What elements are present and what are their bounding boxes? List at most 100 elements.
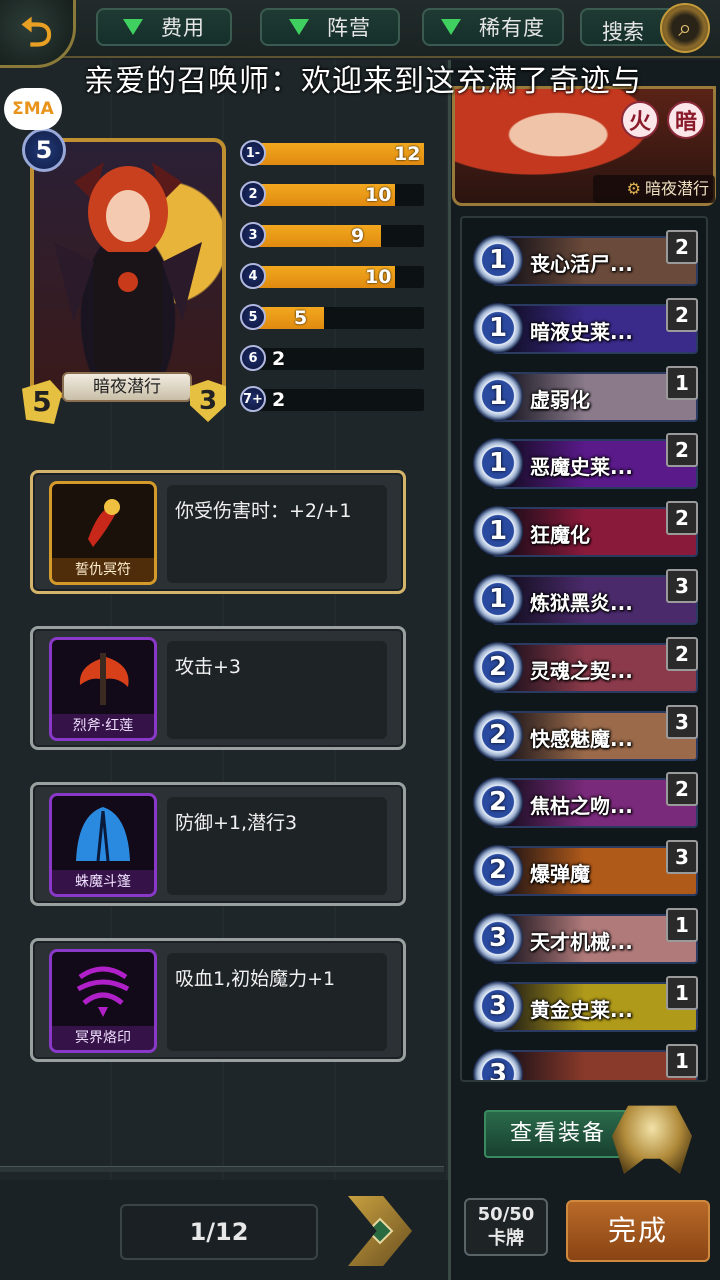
mana-curve-count: 12 xyxy=(394,143,421,165)
deck-card-name: 暗液史莱... xyxy=(530,319,633,344)
demon-girl-illustration xyxy=(54,162,202,372)
deck-card-count: 1 xyxy=(666,1043,698,1078)
equipment-slot[interactable]: 烈斧·红莲 攻击+3 xyxy=(30,626,406,750)
mana-curve-track: 12 xyxy=(252,143,424,165)
deck-card-item[interactable]: 炼狱黑炎... 1 3 xyxy=(470,569,698,629)
mana-curve-count: 5 xyxy=(294,307,308,329)
card-health: 3 xyxy=(190,380,226,422)
equipment-name: 蛛魔斗篷 xyxy=(52,870,154,894)
mana-cost-badge: 6 xyxy=(240,345,266,371)
axe-icon xyxy=(52,640,154,714)
deck-card-item[interactable]: 暗液史莱... 1 2 xyxy=(470,297,698,358)
deck-card-count: 2 xyxy=(666,433,698,468)
card-artwork xyxy=(30,138,226,398)
deck-card-item[interactable]: 31 xyxy=(470,1043,698,1080)
mana-curve-count: 10 xyxy=(365,266,392,288)
deck-card-cost: 1 xyxy=(470,297,526,358)
deck-card-name: 黄金史莱... xyxy=(530,997,633,1022)
mana-cost-badge: 4 xyxy=(240,263,266,289)
mana-curve-row: 55 xyxy=(240,304,426,332)
deck-card-item[interactable]: 焦枯之吻... 2 2 xyxy=(470,772,698,833)
mana-curve-track: 9 xyxy=(252,225,424,247)
deck-card-name: 丧心活尸... xyxy=(530,252,633,276)
view-equipment-button[interactable]: 查看装备 xyxy=(484,1110,632,1158)
deck-card-name: 狂魔化 xyxy=(530,523,590,548)
mana-curve-row: 2 7+ xyxy=(240,386,426,414)
deck-card-name: 焦枯之吻... xyxy=(530,794,633,819)
filter-rarity-label: 稀有度 xyxy=(479,16,545,40)
deck-card-item[interactable]: 丧心活尸... 1 2 xyxy=(470,230,698,290)
mana-cost-badge: 3 xyxy=(240,222,266,248)
equipment-slot[interactable]: 誓仇冥符 你受伤害时：+2/+1 xyxy=(30,470,406,594)
deck-card-item[interactable]: 恶魔史莱... 1 2 xyxy=(470,433,698,494)
deck-count-box: 50/50 卡牌 xyxy=(464,1198,548,1256)
deck-card-name: 灵魂之契... xyxy=(530,658,633,683)
mana-curve-track: 10 xyxy=(252,266,424,288)
deck-card-cost: 2 xyxy=(470,840,526,901)
filter-faction-button[interactable]: 阵营 xyxy=(260,8,400,46)
deck-card-cost: 3 xyxy=(470,1043,526,1080)
sigil-icon xyxy=(52,952,154,1026)
back-arrow-icon: ⮌ xyxy=(20,9,53,56)
equipment-slot[interactable]: 蛛魔斗篷 防御+1,潜行3 xyxy=(30,782,406,906)
deck-card-cost: 1 xyxy=(470,230,526,290)
deck-card-name: 恶魔史莱... xyxy=(530,455,633,480)
done-button[interactable]: 完成 xyxy=(566,1200,710,1262)
hero-name: 暗夜潜行 xyxy=(644,179,709,198)
mana-curve-count: 9 xyxy=(351,225,365,247)
deck-card-cost: 1 xyxy=(470,365,526,426)
element-dark-badge: 暗 xyxy=(667,101,705,139)
deck-card-cost: 1 xyxy=(470,501,526,562)
equipment-icon-frame: 蛛魔斗篷 xyxy=(49,793,157,897)
back-button[interactable]: ⮌ xyxy=(0,0,76,68)
filter-cost-button[interactable]: 费用 xyxy=(96,8,232,46)
deck-card-list[interactable]: 丧心活尸... 1 2 暗液史莱... 1 2 虚弱化 1 1 恶魔史莱... 1 2 狂魔化 1 2 炼狱黑… xyxy=(460,216,708,1082)
hero-card[interactable]: 5 暗夜潜行 5 3 xyxy=(22,128,228,424)
mana-curve-row: 26 xyxy=(240,345,426,373)
search-label: 搜索 xyxy=(602,20,644,44)
mana-curve-row: 93 xyxy=(240,222,426,250)
announcement-marquee: 亲爱的召唤师：欢迎来到这充满了奇迹与 xyxy=(84,64,642,99)
divider xyxy=(0,1166,444,1172)
equipment-icon-frame: 烈斧·红莲 xyxy=(49,637,157,741)
deck-count-value: 50/50 xyxy=(477,1204,535,1225)
filter-cost-label: 费用 xyxy=(161,16,205,40)
element-fire-badge: 火 xyxy=(621,101,659,139)
dropdown-triangle-icon xyxy=(289,19,309,35)
deck-card-count: 2 xyxy=(666,636,698,671)
deck-card-name: 天才机械... xyxy=(530,930,633,954)
card-cost: 5 xyxy=(22,128,66,172)
deck-card-item[interactable]: 爆弹魔 2 3 xyxy=(470,840,698,901)
mana-cost-badge: 7+ xyxy=(240,386,266,412)
mana-curve-track: 10 xyxy=(252,184,424,206)
deck-card-cost: 3 xyxy=(470,975,526,1036)
deck-card-cost: 1 xyxy=(470,569,526,629)
next-page-button[interactable] xyxy=(348,1196,412,1266)
filter-rarity-button[interactable]: 稀有度 xyxy=(422,8,564,46)
deck-card-count: 1 xyxy=(666,908,698,942)
deck-card-count: 1 xyxy=(666,365,698,400)
equipment-description: 攻击+3 xyxy=(167,641,387,739)
deck-card-item[interactable]: 灵魂之契... 2 2 xyxy=(470,636,698,697)
equipment-icon-frame: 冥界烙印 xyxy=(49,949,157,1053)
deck-card-item[interactable]: 黄金史莱... 3 1 xyxy=(470,975,698,1036)
hero-name-plate: ⚙ 暗夜潜行 xyxy=(593,175,715,203)
equipment-description: 你受伤害时：+2/+1 xyxy=(167,485,387,583)
deck-card-item[interactable]: 天才机械... 3 1 xyxy=(470,908,698,968)
deck-card-cost: 3 xyxy=(470,908,526,968)
deck-card-item[interactable]: 快感魅魔... 2 3 xyxy=(470,704,698,765)
equipment-name: 誓仇冥符 xyxy=(52,558,154,582)
mana-curve-count: 2 xyxy=(272,389,286,411)
deck-card-count: 2 xyxy=(666,501,698,536)
deck-card-count: 3 xyxy=(666,569,698,603)
top-bar: ⮌ 费用 阵营 稀有度 搜索 ⌕ xyxy=(0,0,720,68)
magnifier-icon[interactable]: ⌕ xyxy=(660,3,710,53)
equipment-slot[interactable]: 冥界烙印 吸血1,初始魔力+1 xyxy=(30,938,406,1062)
deck-card-item[interactable]: 狂魔化 1 2 xyxy=(470,501,698,562)
mana-cost-badge: 2 xyxy=(240,181,266,207)
hero-portrait[interactable]: 火 暗 ⚙ 暗夜潜行 xyxy=(452,86,716,206)
deck-card-item[interactable]: 虚弱化 1 1 xyxy=(470,365,698,426)
mana-cost-badge: 5 xyxy=(240,304,266,330)
equipment-description: 吸血1,初始魔力+1 xyxy=(167,953,387,1051)
page-indicator: 1/12 xyxy=(120,1204,318,1260)
